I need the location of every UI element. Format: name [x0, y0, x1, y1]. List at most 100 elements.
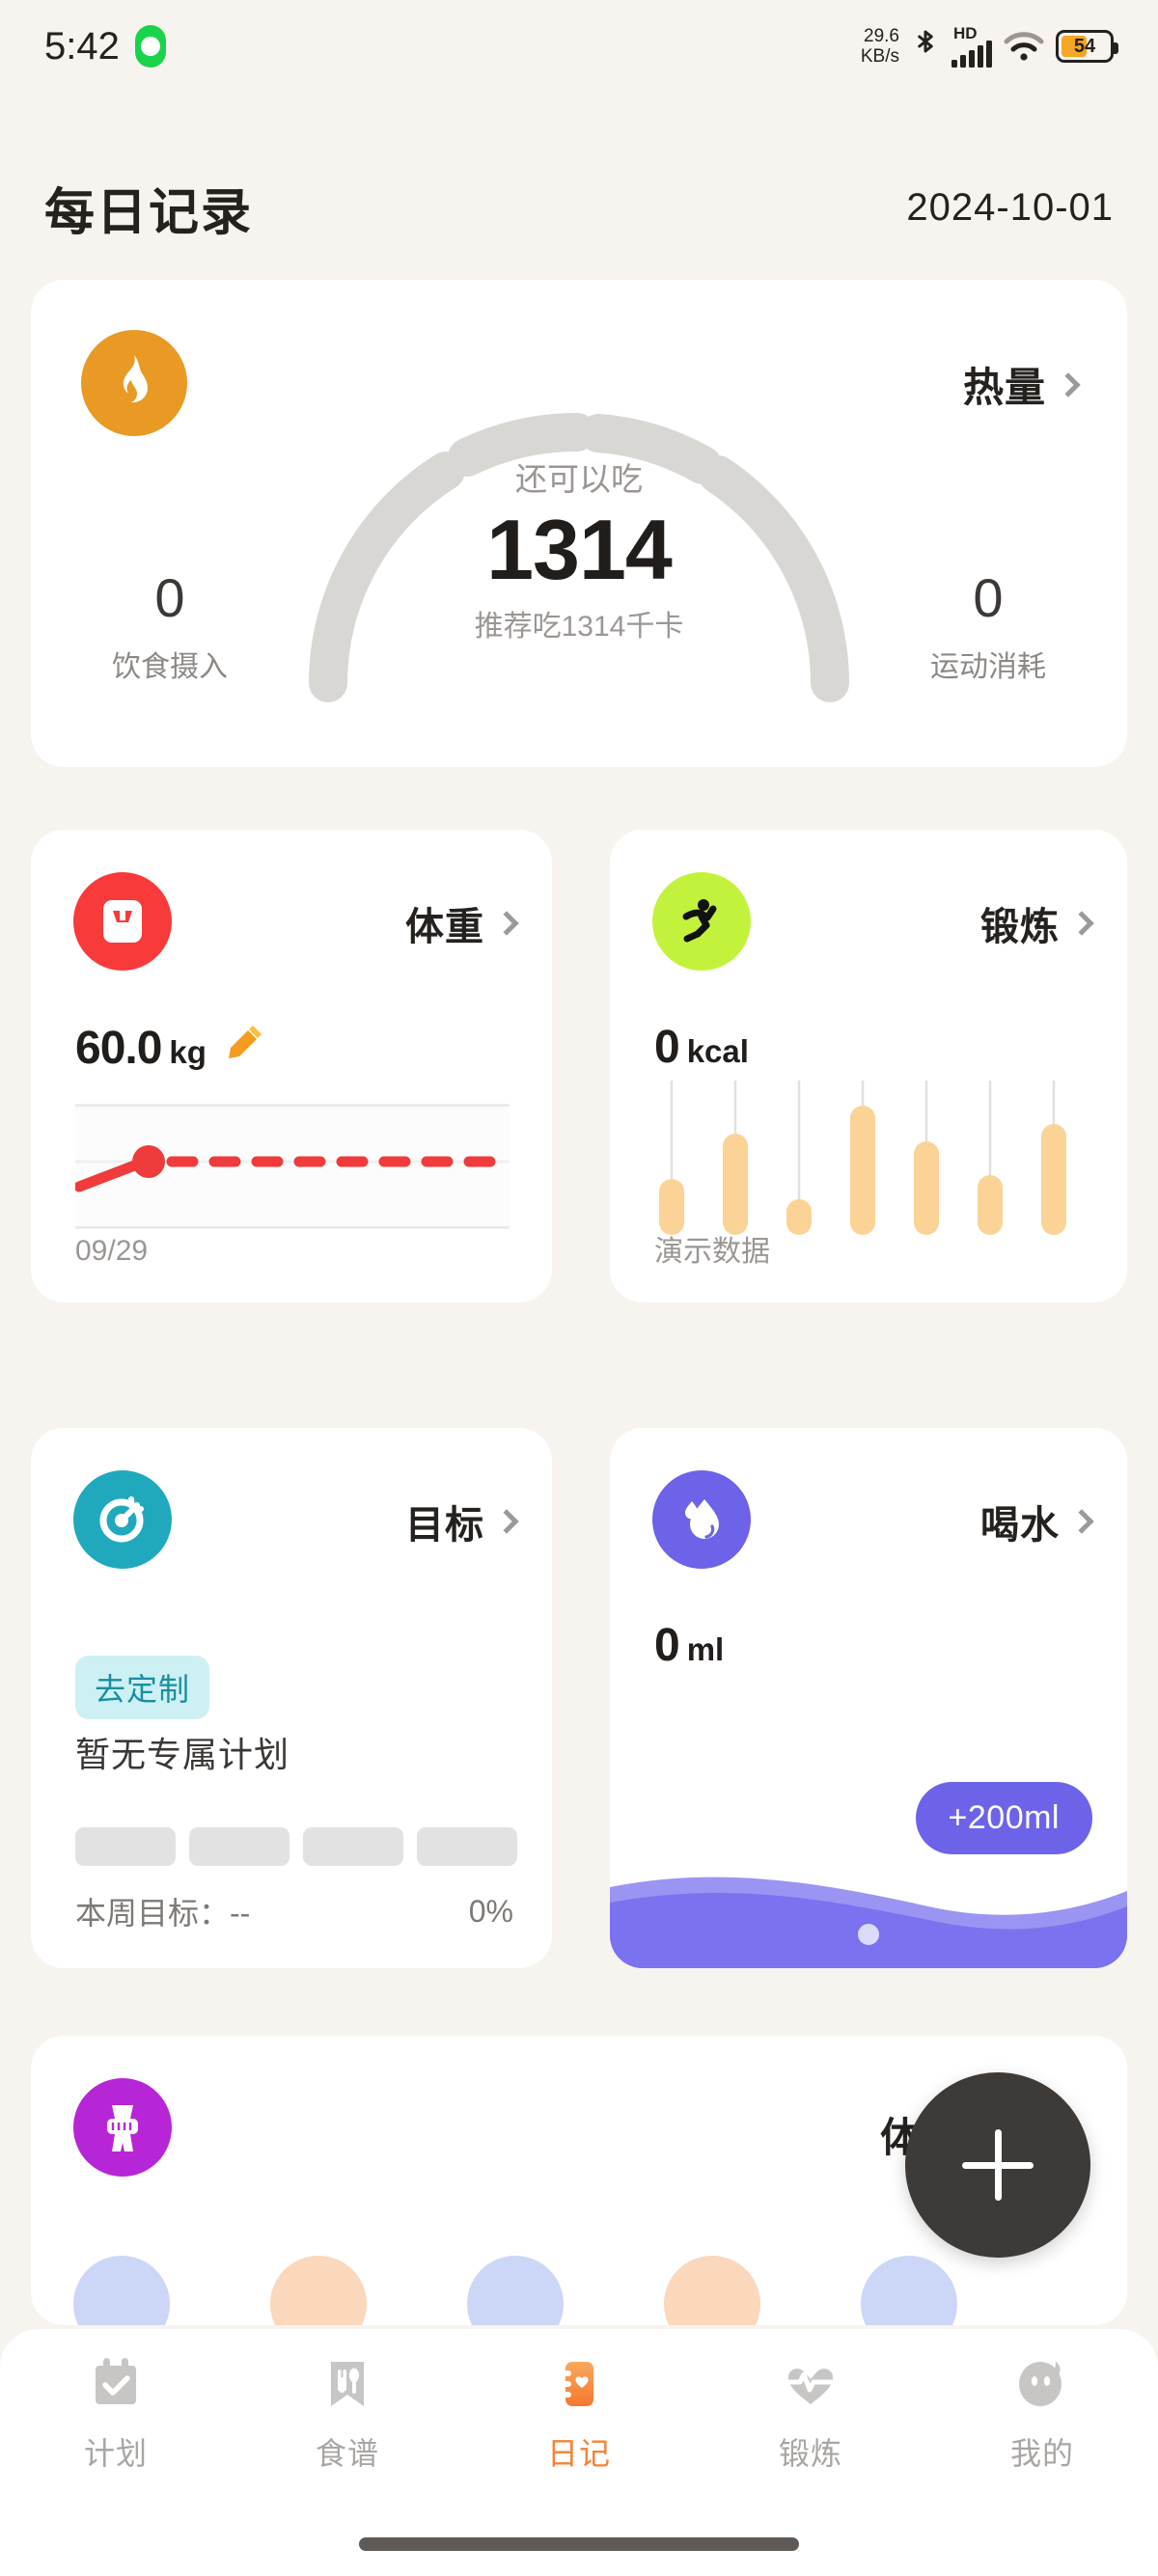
- water-value-row: 0 ml: [654, 1619, 724, 1672]
- water-unit: ml: [686, 1631, 725, 1667]
- exercise-value-row: 0 kcal: [654, 1021, 749, 1074]
- calorie-recommend: 推荐吃1314千卡: [474, 611, 684, 643]
- body-part-avatar[interactable]: [270, 2256, 367, 2325]
- goal-placeholder-block: [417, 1827, 517, 1866]
- exercise-bar-chart: [659, 1081, 1066, 1235]
- nav-item-profile[interactable]: 我的: [926, 2354, 1158, 2474]
- nav-label-recipes: 食谱: [315, 2436, 379, 2471]
- battery-icon: 54: [1056, 30, 1118, 63]
- hd-icon: HD: [953, 23, 978, 42]
- nav-label-diary: 日记: [546, 2436, 611, 2471]
- body-part-avatar[interactable]: [467, 2256, 564, 2325]
- wifi-icon: [1004, 31, 1044, 62]
- status-bar-right: 29.6 KB/s HD 54: [861, 23, 1118, 68]
- calorie-burn-value: 0: [973, 567, 1004, 628]
- calorie-intake-value: 0: [154, 567, 185, 628]
- chevron-right-icon: [494, 911, 519, 936]
- green-pill-icon: [134, 25, 166, 68]
- heart-pulse-icon: [787, 2369, 834, 2404]
- weight-value: 60.0: [75, 1023, 162, 1074]
- body-part-avatar[interactable]: [73, 2256, 170, 2325]
- nav-items: 计划 食谱 日记 锻炼 我的: [0, 2329, 1158, 2499]
- signal-icon: HD: [951, 23, 992, 68]
- weight-footer-date: 09/29: [75, 1235, 149, 1267]
- add-water-button[interactable]: +200ml: [915, 1782, 1092, 1854]
- calorie-intake-label: 饮食摄入: [112, 651, 228, 683]
- page-header: 每日记录 2024-10-01: [0, 154, 1158, 260]
- weight-link-label: 体重: [405, 906, 484, 948]
- goal-placeholder-block: [189, 1827, 290, 1866]
- exercise-unit: kcal: [686, 1033, 749, 1069]
- goal-customize-badge[interactable]: 去定制: [75, 1656, 210, 1719]
- flame-icon: [81, 330, 187, 436]
- exercise-value: 0: [654, 1022, 680, 1073]
- nav-item-recipes[interactable]: 食谱: [232, 2354, 463, 2474]
- water-link-label: 喝水: [980, 1504, 1060, 1547]
- body-part-avatar[interactable]: [664, 2256, 760, 2325]
- page-date[interactable]: 2024-10-01: [906, 186, 1114, 230]
- home-indicator[interactable]: [359, 2537, 799, 2551]
- calorie-burn-stat: 0 运动消耗: [872, 569, 1104, 685]
- plus-icon-vertical: [994, 2129, 1002, 2201]
- water-bubble-icon: [858, 1924, 879, 1945]
- goal-placeholder-block: [75, 1827, 176, 1866]
- bluetooth-icon: [911, 27, 940, 66]
- goal-week-label: 本周目标：: [75, 1896, 231, 1931]
- nav-label-plan: 计划: [83, 2436, 148, 2471]
- scale-icon: [73, 872, 172, 971]
- chevron-right-icon: [1056, 371, 1081, 397]
- clipboard-check-icon: [96, 2358, 136, 2404]
- status-time: 5:42: [44, 24, 120, 68]
- calorie-card[interactable]: 热量 还可以吃 1314 推荐吃1314千卡 0 饮食摄入 0 运动消耗: [31, 280, 1127, 767]
- calorie-caption: 还可以吃: [515, 461, 643, 497]
- nav-item-exercise[interactable]: 锻炼: [695, 2354, 926, 2474]
- exercise-detail-link[interactable]: 锻炼: [980, 895, 1094, 951]
- battery-percent: 54: [1073, 36, 1096, 57]
- exercise-card[interactable]: 锻炼 0 kcal 演示数据: [610, 830, 1127, 1302]
- nav-label-exercise: 锻炼: [778, 2436, 842, 2471]
- water-wave-graphic: [610, 1877, 1127, 1968]
- goal-placeholder-block: [303, 1827, 403, 1866]
- page-title: 每日记录: [44, 184, 254, 241]
- water-value: 0: [654, 1620, 680, 1671]
- water-card[interactable]: 喝水 0 ml +200ml: [610, 1428, 1127, 1968]
- weight-unit: kg: [169, 1034, 207, 1070]
- goal-card[interactable]: 目标 去定制 暂无专属计划 本周目标：-- 0%: [31, 1428, 552, 1968]
- goal-placeholder-blocks: [75, 1827, 517, 1866]
- nav-item-diary[interactable]: 日记: [463, 2354, 695, 2474]
- goal-detail-link[interactable]: 目标: [405, 1494, 519, 1549]
- exercise-link-label: 锻炼: [980, 906, 1060, 948]
- bottom-navigation: 计划 食谱 日记 锻炼 我的: [0, 2329, 1158, 2576]
- calorie-detail-link[interactable]: 热量: [962, 355, 1081, 414]
- network-speed-unit: KB/s: [860, 46, 899, 67]
- weight-detail-link[interactable]: 体重: [405, 895, 519, 951]
- profile-icon: [1019, 2362, 1062, 2406]
- water-detail-link[interactable]: 喝水: [980, 1494, 1094, 1549]
- calorie-value: 1314: [486, 502, 673, 597]
- exercise-footer-label: 演示数据: [654, 1236, 770, 1268]
- weight-trend-chart: [75, 1104, 510, 1229]
- calorie-center: 还可以吃 1314 推荐吃1314千卡: [328, 453, 830, 644]
- diary-heart-icon: [561, 2362, 593, 2406]
- status-bar-left: 5:42: [44, 25, 166, 69]
- chevron-right-icon: [494, 1509, 519, 1534]
- fork-spoon-icon: [331, 2362, 364, 2406]
- chevron-right-icon: [1069, 911, 1094, 936]
- calorie-burn-label: 运动消耗: [930, 651, 1046, 683]
- nav-label-profile: 我的: [1009, 2436, 1074, 2471]
- add-record-fab[interactable]: [905, 2072, 1090, 2258]
- target-icon: [73, 1470, 172, 1569]
- weight-value-row: 60.0 kg: [75, 1021, 266, 1075]
- network-speed: 29.6 KB/s: [861, 26, 899, 67]
- calorie-link-label: 热量: [962, 365, 1046, 410]
- chevron-right-icon: [1069, 1509, 1094, 1534]
- body-part-avatar[interactable]: [861, 2256, 957, 2325]
- weight-card[interactable]: 体重 60.0 kg 09/29: [31, 830, 552, 1302]
- nav-item-plan[interactable]: 计划: [0, 2354, 232, 2474]
- pencil-icon[interactable]: [224, 1021, 266, 1063]
- status-bar: 5:42 29.6 KB/s HD 54: [0, 0, 1158, 93]
- calorie-intake-stat: 0 饮食摄入: [54, 569, 286, 685]
- running-person-icon: [652, 872, 751, 971]
- water-drop-icon: [652, 1470, 751, 1569]
- goal-week-value: --: [230, 1896, 251, 1931]
